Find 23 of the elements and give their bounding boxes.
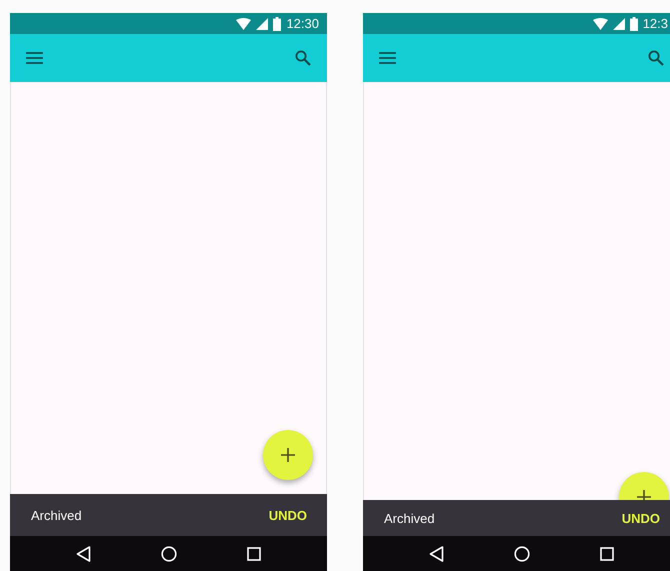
snackbar-message: Archived bbox=[31, 508, 82, 522]
status-time: 12:3 bbox=[642, 16, 668, 31]
battery-icon bbox=[630, 16, 638, 30]
recents-icon[interactable] bbox=[600, 546, 614, 560]
home-icon[interactable] bbox=[514, 546, 530, 562]
status-time: 12:30 bbox=[286, 16, 319, 31]
wifi-icon bbox=[592, 18, 608, 30]
plus-icon bbox=[281, 448, 295, 462]
signal-icon bbox=[256, 18, 268, 30]
signal-icon bbox=[612, 18, 625, 30]
undo-button[interactable]: UNDO bbox=[268, 508, 307, 522]
back-icon[interactable] bbox=[76, 546, 91, 562]
search-icon[interactable] bbox=[648, 50, 664, 66]
snackbar-message: Archived bbox=[384, 510, 435, 526]
wifi-icon bbox=[236, 18, 252, 30]
menu-icon[interactable] bbox=[26, 52, 43, 64]
search-icon[interactable] bbox=[295, 50, 311, 66]
battery-icon bbox=[273, 16, 282, 30]
back-icon[interactable] bbox=[429, 546, 444, 562]
undo-button[interactable]: UNDO bbox=[622, 510, 660, 526]
menu-icon[interactable] bbox=[379, 52, 396, 64]
home-icon[interactable] bbox=[161, 546, 177, 562]
recents-icon[interactable] bbox=[247, 546, 261, 560]
